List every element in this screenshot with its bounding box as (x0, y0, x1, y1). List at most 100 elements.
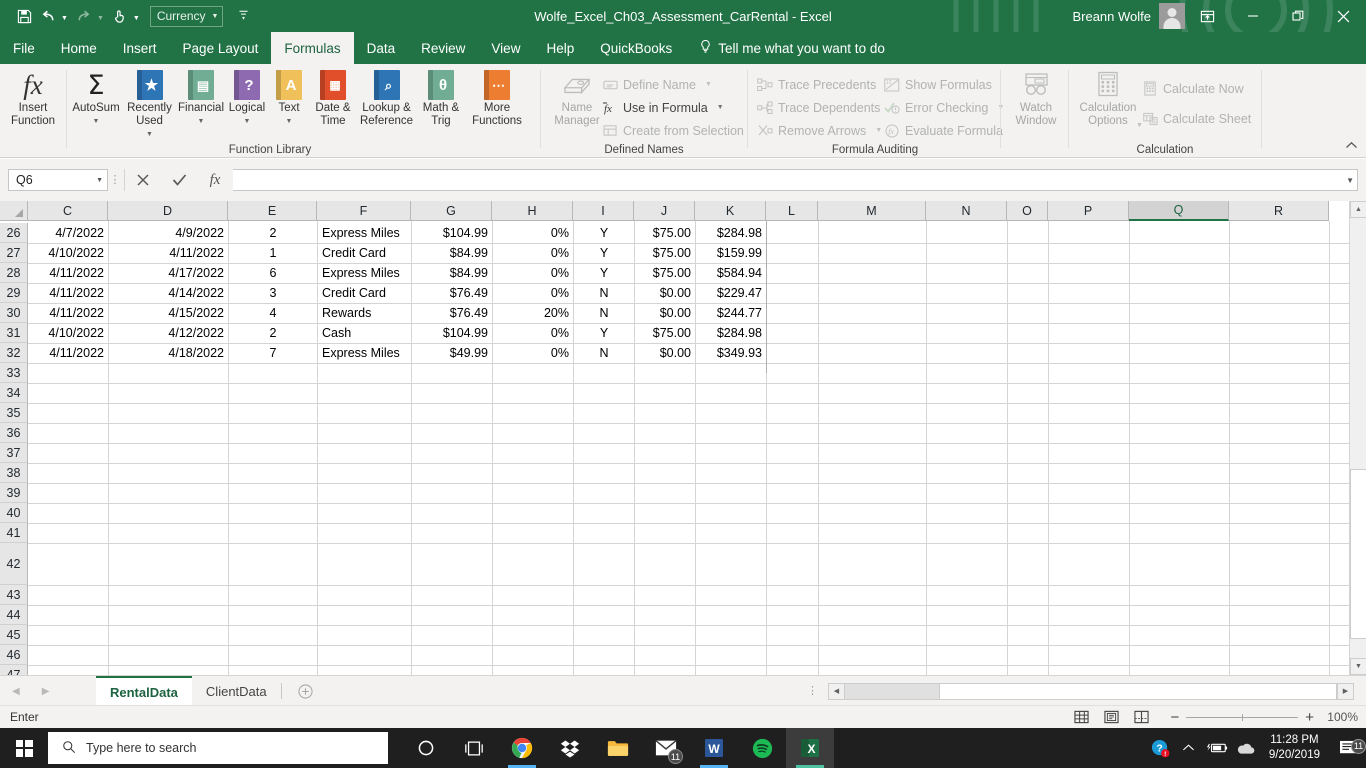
chevron-down-icon[interactable]: ▼ (96, 177, 103, 184)
select-all-corner[interactable] (0, 201, 28, 221)
cell-K29[interactable]: $229.47 (696, 283, 766, 303)
cell-G28[interactable]: $84.99 (412, 263, 492, 283)
column-header-o[interactable]: O (1007, 201, 1048, 221)
cell-H29[interactable]: 0% (493, 283, 573, 303)
row-header-30[interactable]: 30 (0, 303, 28, 323)
dropbox-icon[interactable] (546, 728, 594, 768)
sheet-tab-bar[interactable]: ◀ ▶ RentalData ClientData ⋮ ◀ ▶ (0, 675, 1366, 706)
battery-charging-icon[interactable] (1203, 742, 1231, 754)
cell-G27[interactable]: $84.99 (412, 243, 492, 263)
column-header-n[interactable]: N (926, 201, 1007, 221)
cell-K26[interactable]: $284.98 (696, 223, 766, 243)
column-header-f[interactable]: F (317, 201, 411, 221)
tab-home[interactable]: Home (48, 32, 110, 64)
mail-icon[interactable]: 11 (642, 728, 690, 768)
touch-mode-icon[interactable] (108, 3, 132, 29)
cell-C31[interactable]: 4/10/2022 (29, 323, 108, 343)
cancel-icon[interactable] (125, 169, 161, 191)
chevron-down-icon[interactable]: ▼ (268, 115, 310, 128)
zoom-control[interactable]: − + (1170, 709, 1314, 726)
cell-E30[interactable]: 4 (229, 303, 317, 323)
cell-J30[interactable]: $0.00 (635, 303, 695, 323)
google-chrome-icon[interactable] (498, 728, 546, 768)
cell-G29[interactable]: $76.49 (412, 283, 492, 303)
row-header-31[interactable]: 31 (0, 323, 28, 343)
show-hidden-icons-icon[interactable] (1175, 743, 1203, 753)
zoom-in-icon[interactable]: + (1305, 709, 1314, 726)
cell-F27[interactable]: Credit Card (318, 243, 411, 263)
sheet-tab-clientdata[interactable]: ClientData (192, 676, 281, 706)
cell-F26[interactable]: Express Miles (318, 223, 411, 243)
cell-I30[interactable]: N (574, 303, 634, 323)
cell-J29[interactable]: $0.00 (635, 283, 695, 303)
zoom-level[interactable]: 100% (1320, 710, 1358, 724)
clock[interactable]: 11:28 PM 9/20/2019 (1259, 733, 1330, 763)
vertical-scroll-thumb[interactable] (1350, 469, 1366, 639)
cell-E27[interactable]: 1 (229, 243, 317, 263)
restore-icon[interactable] (1275, 0, 1320, 32)
row-header-26[interactable]: 26 (0, 223, 28, 243)
tab-insert[interactable]: Insert (110, 32, 170, 64)
file-explorer-icon[interactable] (594, 728, 642, 768)
cell-E32[interactable]: 7 (229, 343, 317, 363)
row-header-29[interactable]: 29 (0, 283, 28, 303)
column-header-h[interactable]: H (492, 201, 573, 221)
cell-I29[interactable]: N (574, 283, 634, 303)
add-sheet-icon[interactable] (282, 676, 329, 706)
cell-D27[interactable]: 4/11/2022 (109, 243, 228, 263)
horizontal-scroll-thumb[interactable] (939, 682, 1337, 700)
action-center-icon[interactable]: 11 (1330, 738, 1366, 757)
scrollbar-grip[interactable]: ⋮ (807, 686, 818, 697)
math-trig-button[interactable]: θ Math & Trig (417, 68, 465, 128)
cell-H28[interactable]: 0% (493, 263, 573, 283)
column-header-l[interactable]: L (766, 201, 818, 221)
chevron-down-icon[interactable]: ▼ (223, 115, 271, 128)
row-header-43[interactable]: 43 (0, 585, 28, 605)
tab-file[interactable]: File (0, 32, 48, 64)
cell-F29[interactable]: Credit Card (318, 283, 411, 303)
cell-K31[interactable]: $284.98 (696, 323, 766, 343)
word-icon[interactable]: W (690, 728, 738, 768)
cell-J31[interactable]: $75.00 (635, 323, 695, 343)
cell-D32[interactable]: 4/18/2022 (109, 343, 228, 363)
row-header-32[interactable]: 32 (0, 343, 28, 363)
cell-E31[interactable]: 2 (229, 323, 317, 343)
scroll-right-button[interactable]: ▶ (1337, 682, 1354, 700)
cell-C28[interactable]: 4/11/2022 (29, 263, 108, 283)
cell-D29[interactable]: 4/14/2022 (109, 283, 228, 303)
formula-input[interactable] (233, 169, 1358, 191)
row-header-45[interactable]: 45 (0, 625, 28, 645)
cell-J32[interactable]: $0.00 (635, 343, 695, 363)
column-header-g[interactable]: G (411, 201, 492, 221)
ribbon-tab-bar[interactable]: File Home Insert Page Layout Formulas Da… (0, 32, 1366, 88)
cell-I28[interactable]: Y (574, 263, 634, 283)
page-break-preview-icon[interactable] (1126, 707, 1156, 727)
date-time-button[interactable]: ▦ Date & Time (308, 68, 358, 128)
use-in-formula-button[interactable]: fx Use in Formula ▼ (602, 97, 724, 118)
column-header-r[interactable]: R (1229, 201, 1329, 221)
cell-K32[interactable]: $349.93 (696, 343, 766, 363)
column-header-e[interactable]: E (228, 201, 317, 221)
cell-F31[interactable]: Cash (318, 323, 411, 343)
row-header-41[interactable]: 41 (0, 523, 28, 543)
undo-dropdown-icon[interactable]: ▼ (60, 15, 72, 22)
chevron-down-icon[interactable]: ▼ (122, 128, 177, 141)
cell-I27[interactable]: Y (574, 243, 634, 263)
avatar[interactable] (1159, 3, 1185, 29)
tab-view[interactable]: View (478, 32, 533, 64)
page-layout-view-icon[interactable] (1096, 707, 1126, 727)
tab-review[interactable]: Review (408, 32, 478, 64)
column-header-d[interactable]: D (108, 201, 228, 221)
tab-quickbooks[interactable]: QuickBooks (587, 32, 685, 64)
cell-G30[interactable]: $76.49 (412, 303, 492, 323)
cell-J27[interactable]: $75.00 (635, 243, 695, 263)
name-box[interactable]: Q6 ▼ (8, 169, 108, 191)
zoom-out-icon[interactable]: − (1170, 709, 1179, 726)
row-header-36[interactable]: 36 (0, 423, 28, 443)
column-header-q[interactable]: Q (1129, 201, 1229, 221)
taskbar[interactable]: Type here to search 11 W X ? ! 11:28 PM … (0, 728, 1366, 768)
row-header-46[interactable]: 46 (0, 645, 28, 665)
cell-H27[interactable]: 0% (493, 243, 573, 263)
close-icon[interactable] (1320, 0, 1366, 32)
cell-F30[interactable]: Rewards (318, 303, 411, 323)
